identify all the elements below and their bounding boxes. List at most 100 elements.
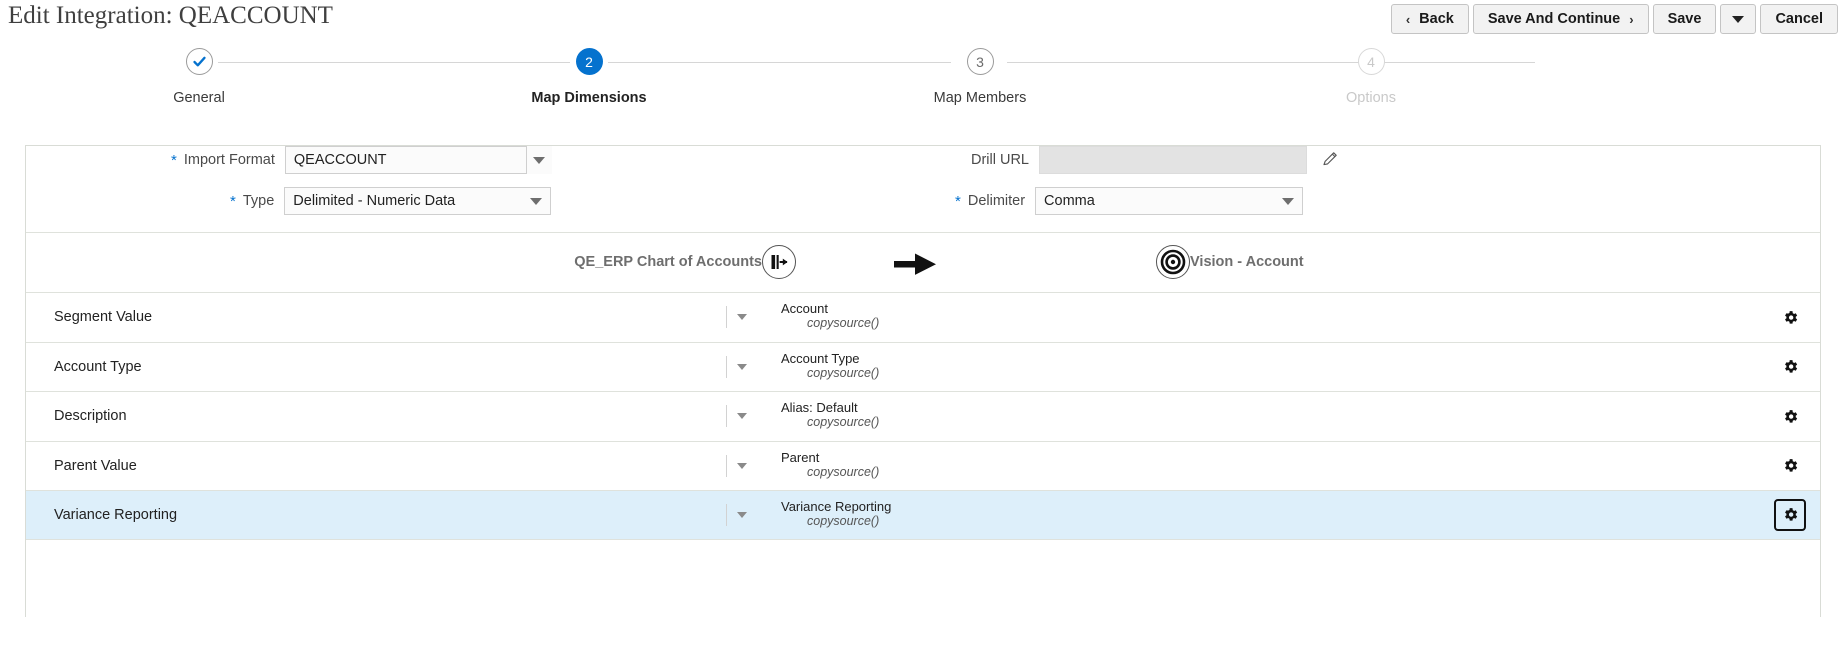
gear-icon <box>1784 310 1797 324</box>
target-application-label: Vision - Account <box>1190 254 1304 270</box>
import-format-label: Import Format <box>183 152 275 168</box>
row-target-dimension: Alias: Default <box>781 400 858 415</box>
row-dropdown-button[interactable] <box>726 306 756 329</box>
train-step-map-dimensions-bubble: 2 <box>575 48 603 75</box>
import-format-dropdown-button[interactable] <box>525 146 552 174</box>
row-dropdown-button[interactable] <box>726 503 756 526</box>
row-target-dimension: Variance Reporting <box>781 499 892 514</box>
row-target-expression: copysource() <box>807 464 880 479</box>
row-dropdown-button[interactable] <box>726 405 756 428</box>
table-row[interactable]: Account Type Account Type copysource() <box>26 341 1820 392</box>
row-settings-button[interactable] <box>1774 400 1806 432</box>
row-target-block: Parent copysource() <box>781 450 879 480</box>
import-format-control <box>284 146 552 174</box>
train-step-options-bubble: 4 <box>1357 48 1385 75</box>
table-row[interactable]: Segment Value Account copysource() <box>26 292 1820 342</box>
import-format-input[interactable] <box>284 146 552 174</box>
train-step-options: 4 Options <box>1281 44 1461 106</box>
source-target-header: QE_ERP Chart of Accounts Vision - Accoun… <box>26 232 1820 292</box>
train-step-map-members-label: Map Members <box>933 90 1027 106</box>
table-row[interactable]: Description Alias: Default copysource() <box>26 391 1820 441</box>
type-dropdown-button[interactable] <box>527 187 545 215</box>
cancel-button[interactable]: Cancel <box>1760 4 1838 34</box>
row-dropdown-button[interactable] <box>726 355 756 378</box>
caret-down-icon <box>736 363 747 370</box>
type-input[interactable] <box>284 187 552 215</box>
type-required-indicator: * <box>230 192 236 210</box>
drill-url-label: Drill URL <box>971 152 1029 168</box>
import-format-required-indicator: * <box>171 151 177 169</box>
table-row[interactable]: Variance Reporting Variance Reporting co… <box>26 490 1820 540</box>
row-settings-button[interactable] <box>1774 498 1806 531</box>
source-application-header: QE_ERP Chart of Accounts <box>26 245 796 279</box>
integration-form: * Import Format * Type <box>26 146 1820 232</box>
pencil-icon <box>1323 152 1337 166</box>
delimiter-dropdown-button[interactable] <box>1279 187 1297 215</box>
back-button-label: Back <box>1419 11 1454 27</box>
row-dropdown-button[interactable] <box>726 454 756 477</box>
row-settings-button[interactable] <box>1774 351 1806 383</box>
train-step-general-label: General <box>173 90 225 106</box>
delimiter-label: Delimiter <box>967 193 1026 209</box>
gear-icon <box>1784 409 1797 423</box>
delimiter-control <box>1035 187 1304 215</box>
save-and-continue-button-label: Save And Continue <box>1487 11 1621 27</box>
train-step-general-bubble <box>185 48 213 75</box>
cancel-button-label: Cancel <box>1775 11 1823 27</box>
type-label: Type <box>242 193 275 209</box>
save-dropdown-button[interactable] <box>1720 4 1757 34</box>
train-step-map-dimensions[interactable]: 2 Map Dimensions <box>499 44 679 106</box>
import-format-field: * Import Format <box>171 146 552 174</box>
delimiter-required-indicator: * <box>955 192 961 210</box>
source-flow-icon <box>762 245 796 279</box>
table-row[interactable]: Parent Value Parent copysource() <box>26 440 1820 491</box>
action-button-group: ‹ Back Save And Continue › Save Cancel <box>1390 4 1838 34</box>
map-dimensions-panel: * Import Format * Type <box>25 145 1821 617</box>
row-target-dimension: Account <box>781 301 828 316</box>
save-and-continue-button[interactable]: Save And Continue › <box>1472 4 1649 34</box>
train-step-options-label: Options <box>1346 90 1396 106</box>
row-settings-button[interactable] <box>1774 450 1806 482</box>
row-source-dimension: Variance Reporting <box>54 506 178 523</box>
save-button[interactable]: Save <box>1652 4 1717 34</box>
train-step-map-members[interactable]: 3 Map Members <box>890 44 1070 106</box>
target-bullseye-icon <box>1156 245 1190 279</box>
drill-url-input[interactable] <box>1039 146 1307 174</box>
row-target-dimension: Account Type <box>781 350 860 366</box>
caret-down-icon <box>736 413 747 420</box>
train-step-map-dimensions-label: Map Dimensions <box>531 90 647 106</box>
page-title: Edit Integration: QEACCOUNT <box>8 2 333 29</box>
row-target-block: Alias: Default copysource() <box>781 400 879 430</box>
delimiter-input[interactable] <box>1035 187 1304 215</box>
mapping-direction <box>796 251 1036 277</box>
caret-down-icon <box>1282 197 1295 205</box>
drill-url-control <box>1039 146 1307 174</box>
title-bar: Edit Integration: QEACCOUNT ‹ Back Save … <box>0 0 1846 42</box>
caret-down-icon <box>533 156 546 164</box>
arrow-right-icon <box>894 253 936 275</box>
row-target-expression: copysource() <box>807 514 880 528</box>
type-control <box>284 187 552 215</box>
edit-integration-page: Edit Integration: QEACCOUNT ‹ Back Save … <box>0 0 1846 654</box>
caret-down-icon <box>736 462 747 469</box>
caret-down-icon <box>1732 15 1745 23</box>
wizard-train: General 2 Map Dimensions 3 Map Members 4… <box>0 44 1846 114</box>
delimiter-field: * Delimiter <box>955 187 1304 215</box>
row-source-dimension: Account Type <box>54 358 142 375</box>
drill-url-edit-button[interactable] <box>1321 149 1340 173</box>
row-target-dimension: Parent <box>781 449 820 465</box>
gear-icon <box>1784 508 1797 521</box>
train-step-general[interactable]: General <box>109 44 289 106</box>
chevron-right-icon: › <box>1629 11 1634 27</box>
dimension-mapping-table: Segment Value Account copysource() Accou… <box>26 292 1820 540</box>
back-button[interactable]: ‹ Back <box>1390 4 1469 34</box>
target-application-header: Vision - Account <box>1156 245 1304 279</box>
drill-url-field: Drill URL <box>971 146 1340 174</box>
row-target-block: Account copysource() <box>781 301 879 331</box>
caret-down-icon <box>736 314 747 321</box>
caret-down-icon <box>530 197 543 205</box>
caret-down-icon <box>736 511 747 518</box>
row-source-dimension: Parent Value <box>54 457 137 474</box>
row-settings-button[interactable] <box>1774 301 1806 333</box>
train-step-map-members-bubble: 3 <box>966 48 994 75</box>
